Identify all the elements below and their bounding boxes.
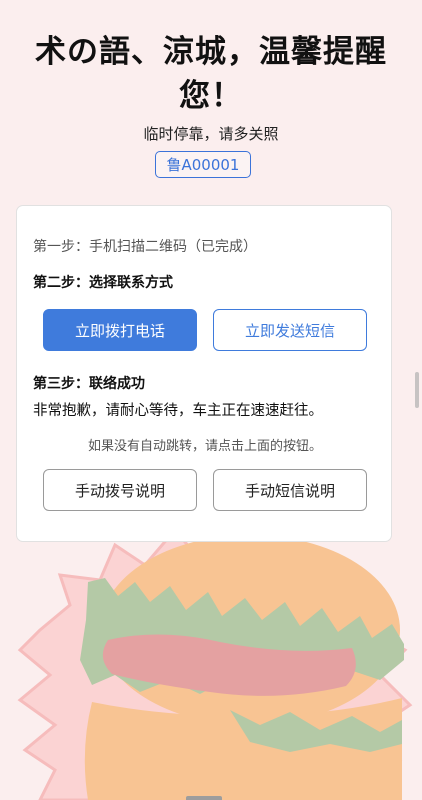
manual-call-help-button[interactable]: 手动拨号说明: [43, 469, 197, 511]
contact-card: 第一步：手机扫描二维码（已完成） 第二步：选择联系方式 立即拨打电话 立即发送短…: [16, 205, 392, 542]
status-message: 非常抱歉，请耐心等待，车主正在速速赶往。: [33, 403, 323, 419]
license-plate-badge: 鲁A00001: [155, 151, 251, 178]
step-three-heading: 第三步：联络成功: [33, 376, 145, 392]
send-sms-button[interactable]: 立即发送短信: [213, 309, 367, 351]
step-two-heading: 第二步：选择联系方式: [33, 275, 173, 291]
page-subtitle: 临时停靠，请多关照: [143, 125, 279, 143]
manual-sms-help-button[interactable]: 手动短信说明: [213, 469, 367, 511]
scrollbar[interactable]: [415, 372, 419, 408]
page-title: 术の語、涼城，温馨提醒您！: [35, 34, 387, 114]
redirect-hint: 如果没有自动跳转，请点击上面的按钮。: [87, 439, 322, 454]
step-one-text: 第一步：手机扫描二维码（已完成）: [33, 239, 257, 255]
home-indicator[interactable]: [186, 796, 222, 800]
burger-illustration: [17, 527, 413, 800]
call-now-button[interactable]: 立即拨打电话: [43, 309, 197, 351]
